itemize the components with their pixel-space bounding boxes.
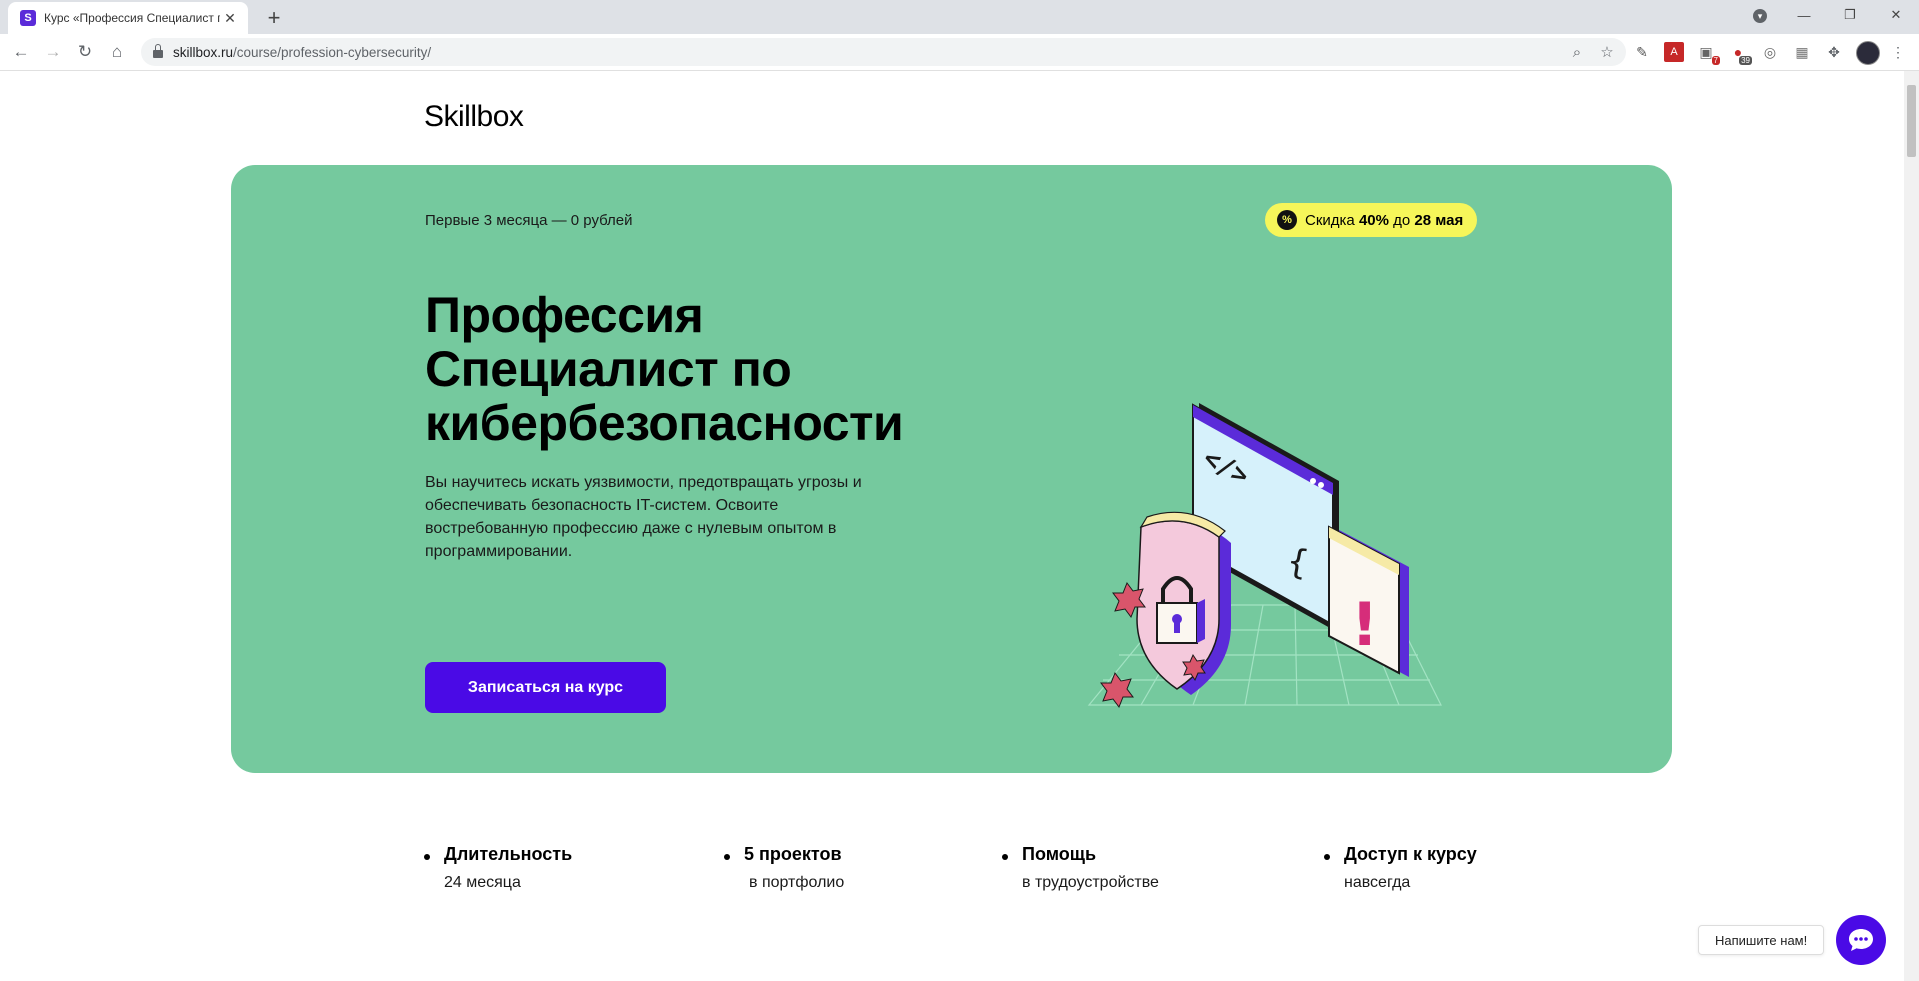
feature-title: Доступ к курсу xyxy=(1344,844,1477,864)
back-icon[interactable]: ← xyxy=(9,40,33,64)
chat-button[interactable] xyxy=(1836,915,1886,965)
exclaim-text: ! xyxy=(1351,590,1378,660)
eyedropper-extension-icon[interactable]: ✎ xyxy=(1632,42,1652,62)
profile-avatar[interactable] xyxy=(1856,41,1880,65)
bullet-icon xyxy=(1002,854,1008,860)
bullet-icon xyxy=(724,854,730,860)
discount-middle: до xyxy=(1393,211,1411,229)
forward-icon[interactable]: → xyxy=(41,40,65,64)
discount-badge: % Скидка 40% до 28 мая xyxy=(1265,203,1478,237)
promo-text: Первые 3 месяца — 0 рублей xyxy=(425,212,633,229)
close-tab-icon[interactable]: ✕ xyxy=(220,10,240,27)
discount-prefix: Скидка xyxy=(1305,211,1355,229)
url-path: /course/profession-cybersecurity/ xyxy=(233,44,432,60)
home-icon[interactable]: ⌂ xyxy=(105,40,129,64)
feature-subtitle: 24 месяца xyxy=(444,874,521,891)
circle-extension-icon[interactable]: ◎ xyxy=(1760,42,1780,62)
browser-tab-bar: S Курс «Профессия Специалист п ✕ + ▾ — ❐… xyxy=(0,0,1919,34)
chat-bubble-icon xyxy=(1849,929,1873,951)
page-title: Профессия Специалист по кибербезопасност… xyxy=(425,287,904,451)
browser-toolbar: ← → ↻ ⌂ skillbox.ru/course/profession-cy… xyxy=(0,34,1919,71)
url-text[interactable]: skillbox.ru/course/profession-cybersecur… xyxy=(173,45,1566,60)
tab-title: Курс «Профессия Специалист п xyxy=(44,11,220,25)
close-window-icon[interactable]: ✕ xyxy=(1873,7,1919,23)
discount-date: 28 мая xyxy=(1414,211,1464,229)
new-tab-button[interactable]: + xyxy=(260,4,288,32)
zoom-icon[interactable]: ⌕ xyxy=(1566,44,1588,61)
bullet-icon xyxy=(1324,854,1330,860)
image-extension-icon[interactable]: ▦ xyxy=(1792,42,1812,62)
percent-icon: % xyxy=(1277,210,1297,230)
address-bar[interactable]: skillbox.ru/course/profession-cybersecur… xyxy=(141,38,1626,66)
adblock-extension-icon[interactable]: ● 39 xyxy=(1728,42,1752,65)
feature-title: 5 проектов xyxy=(744,844,842,864)
extension-badge: 39 xyxy=(1739,56,1752,65)
bookmark-star-icon[interactable]: ☆ xyxy=(1596,43,1618,61)
discount-amount: 40% xyxy=(1358,211,1389,229)
page-scrollbar[interactable] xyxy=(1904,71,1919,981)
extension-icon-badged[interactable]: ▣ 7 xyxy=(1696,42,1720,65)
extension-badge: 7 xyxy=(1711,56,1720,65)
tab-search-icon[interactable]: ▾ xyxy=(1753,9,1767,23)
browser-tab[interactable]: S Курс «Профессия Специалист п ✕ xyxy=(8,2,248,34)
scrollbar-thumb[interactable] xyxy=(1907,85,1916,157)
enroll-button[interactable]: Записаться на курс xyxy=(425,662,666,713)
feature-subtitle: навсегда xyxy=(1344,874,1411,891)
pdf-extension-icon[interactable]: A xyxy=(1664,42,1684,62)
lock-icon[interactable] xyxy=(153,44,163,58)
puzzle-extensions-icon[interactable]: ✥ xyxy=(1824,42,1844,62)
menu-kebab-icon[interactable]: ⋮ xyxy=(1888,42,1908,62)
feature-subtitle: в портфолио xyxy=(749,874,845,891)
restore-icon[interactable]: ❐ xyxy=(1827,7,1873,23)
course-features: Длительность 24 месяца 5 проектов в порт… xyxy=(424,844,1484,904)
shield xyxy=(1136,511,1231,695)
feature-title: Длительность xyxy=(444,844,573,864)
window-controls: — ❐ ✕ xyxy=(1781,0,1919,30)
hero-banner: Первые 3 месяца — 0 рублей % Скидка 40% … xyxy=(231,165,1672,773)
cybersecurity-illustration: </> { } ! xyxy=(1087,403,1442,709)
reload-icon[interactable]: ↻ xyxy=(73,40,97,64)
chat-label[interactable]: Напишите нам! xyxy=(1698,925,1825,955)
bullet-icon xyxy=(424,854,430,860)
minimize-icon[interactable]: — xyxy=(1781,8,1827,23)
skillbox-favicon-icon: S xyxy=(20,10,36,26)
url-domain: skillbox.ru xyxy=(173,44,234,60)
course-description: Вы научитесь искать уязвимости, предотвр… xyxy=(425,474,862,560)
feature-title: Помощь xyxy=(1022,844,1097,864)
feature-subtitle: в трудоустройстве xyxy=(1022,874,1159,891)
skillbox-logo[interactable]: Skillbox xyxy=(424,100,524,134)
